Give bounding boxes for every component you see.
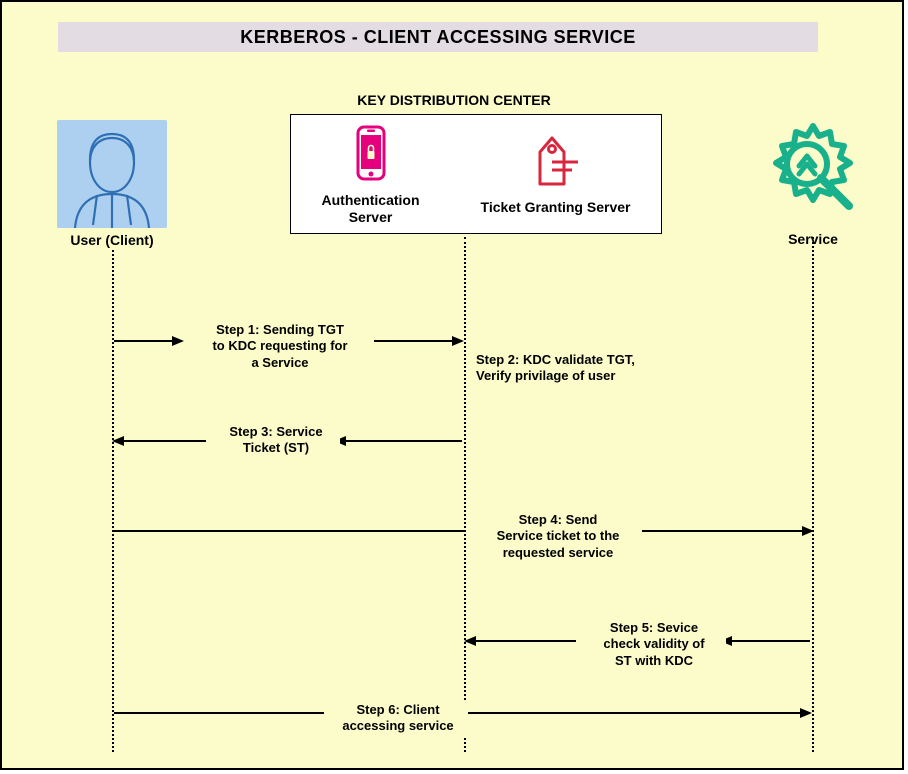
arrow-step4-a <box>114 530 466 532</box>
ticket-tag-icon <box>528 132 584 195</box>
user-label: User (Client) <box>57 232 167 248</box>
lifeline-service <box>812 237 814 752</box>
diagram-frame: KERBEROS - CLIENT ACCESSING SERVICE KEY … <box>0 0 904 770</box>
arrow-step5-b <box>466 640 576 642</box>
step2-label: Step 2: KDC validate TGT,Verify privilag… <box>472 350 680 387</box>
kdc-box: AuthenticationServer Ticket Granting Ser… <box>290 114 662 234</box>
tgs-label: Ticket Granting Server <box>481 199 631 216</box>
step3-label: Step 3: ServiceTicket (ST) <box>212 422 340 459</box>
kdc-title: KEY DISTRIBUTION CENTER <box>2 92 906 108</box>
step1-label: Step 1: Sending TGTto KDC requesting for… <box>186 320 374 373</box>
user-actor: User (Client) <box>57 120 167 248</box>
phone-lock-icon <box>350 123 392 188</box>
arrow-step1-b <box>370 340 462 342</box>
lifeline-kdc <box>464 237 466 752</box>
arrow-step3-b <box>114 440 206 442</box>
ticket-granting-server: Ticket Granting Server <box>481 132 631 216</box>
arrow-step1-a <box>114 340 182 342</box>
step4-label: Step 4: SendService ticket to therequest… <box>474 510 642 563</box>
step6-label: Step 6: Clientaccessing service <box>328 700 468 737</box>
arrow-step6-b <box>464 712 810 714</box>
service-actor: Service <box>757 116 869 247</box>
arrow-step5-a <box>722 640 810 642</box>
step5-label: Step 5: Sevicecheck validity ofST with K… <box>582 618 726 671</box>
arrow-step4-b <box>642 530 812 532</box>
gear-search-icon <box>757 211 869 228</box>
authentication-server-label: AuthenticationServer <box>322 192 420 226</box>
arrow-step3-a <box>336 440 462 442</box>
diagram-title: KERBEROS - CLIENT ACCESSING SERVICE <box>58 22 818 52</box>
arrow-step6-a <box>114 712 324 714</box>
authentication-server: AuthenticationServer <box>322 123 420 226</box>
lifeline-user <box>112 250 114 752</box>
user-icon <box>57 120 167 228</box>
